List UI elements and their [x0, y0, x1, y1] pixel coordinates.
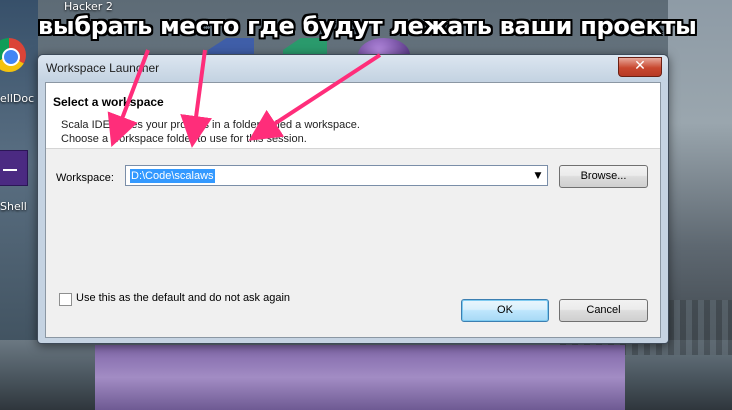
annotation-arrows — [107, 49, 382, 148]
annotation-heading: выбрать место где будут лежать ваши прое… — [38, 12, 697, 40]
arrow-2 — [180, 49, 212, 148]
arrow-1 — [107, 49, 150, 147]
arrow-3 — [248, 53, 382, 141]
